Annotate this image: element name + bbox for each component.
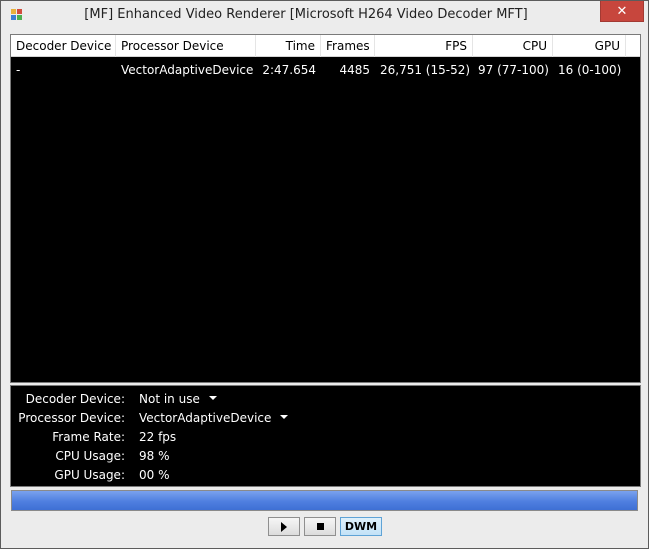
cpu-usage-label: CPU Usage:: [55, 449, 125, 463]
column-header-cpu[interactable]: CPU: [473, 35, 553, 57]
cpu-usage-value: 98 %: [139, 449, 170, 463]
progress-fill: [12, 491, 637, 510]
processor-device-value: VectorAdaptiveDevice: [139, 411, 272, 425]
processor-device-dropdown[interactable]: VectorAdaptiveDevice: [139, 411, 289, 425]
chevron-down-icon: [208, 395, 217, 400]
title-bar[interactable]: [MF] Enhanced Video Renderer [Microsoft …: [1, 1, 648, 31]
decoder-device-dropdown[interactable]: Not in use: [139, 392, 217, 406]
column-header-gpu[interactable]: GPU: [553, 35, 626, 57]
stop-icon: [316, 523, 324, 530]
cell-cpu: 97 (77-100): [478, 63, 549, 77]
cell-gpu: 16 (0-100): [558, 63, 622, 77]
frame-rate-label: Frame Rate:: [52, 430, 125, 444]
column-header-frames[interactable]: Frames: [321, 35, 375, 57]
close-icon: ✕: [616, 3, 628, 19]
decoder-device-label: Decoder Device:: [25, 392, 125, 406]
cell-time: 2:47.654: [262, 63, 316, 77]
stats-list[interactable]: Decoder Device Processor Device Time Fra…: [10, 34, 641, 383]
decoder-device-value: Not in use: [139, 392, 200, 406]
list-header: Decoder Device Processor Device Time Fra…: [11, 35, 640, 57]
play-button[interactable]: [268, 517, 300, 536]
cell-decoder-device: -: [16, 63, 21, 77]
column-header-decoder-device[interactable]: Decoder Device: [11, 35, 116, 57]
close-button[interactable]: ✕: [600, 1, 644, 22]
gpu-usage-value: 00 %: [139, 468, 170, 482]
column-header-time[interactable]: Time: [256, 35, 321, 57]
info-panel: Decoder Device: Not in use Processor Dev…: [10, 385, 641, 487]
processor-device-label: Processor Device:: [18, 411, 125, 425]
cell-frames: 4485: [339, 63, 370, 77]
column-header-processor-device[interactable]: Processor Device: [116, 35, 256, 57]
cell-fps: 26,751 (15-52): [380, 63, 471, 77]
gpu-usage-label: GPU Usage:: [54, 468, 125, 482]
table-row[interactable]: - VectorAdaptiveDevice 2:47.654 4485 26,…: [11, 61, 640, 79]
dwm-button[interactable]: DWM: [340, 517, 382, 536]
cell-processor-device: VectorAdaptiveDevice: [121, 63, 254, 77]
column-header-fps[interactable]: FPS: [375, 35, 473, 57]
chevron-down-icon: [280, 414, 289, 419]
progress-bar: [11, 490, 638, 511]
app-window: [MF] Enhanced Video Renderer [Microsoft …: [0, 0, 649, 549]
window-title: [MF] Enhanced Video Renderer [Microsoft …: [84, 7, 528, 22]
play-icon: [281, 521, 287, 532]
stop-button[interactable]: [304, 517, 336, 536]
frame-rate-value: 22 fps: [139, 430, 177, 444]
